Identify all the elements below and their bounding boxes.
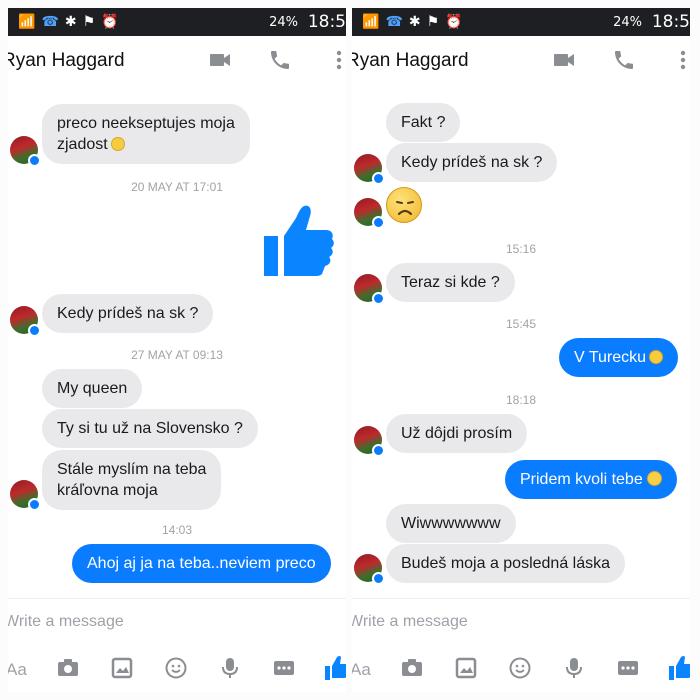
smile-face-icon: [646, 471, 662, 486]
contact-avatar[interactable]: [354, 198, 385, 229]
outgoing-message[interactable]: Pridem kvoli tebe: [505, 460, 677, 499]
messenger-screen-right: 📶☎✱⚑⏰ 24% 18:5 Ryan Haggard Fakt ? Kedy …: [352, 8, 690, 692]
contact-avatar[interactable]: [10, 136, 41, 167]
text-format-button[interactable]: Aa: [352, 660, 371, 680]
incoming-message[interactable]: Budeš moja a posledná láska: [386, 544, 626, 583]
composer-toolbar: Aa: [8, 650, 346, 690]
battery-level: 24%: [269, 15, 298, 30]
video-camera-icon[interactable]: [552, 48, 576, 72]
status-icons: 📶☎✱⚑⏰: [18, 14, 125, 30]
screenshot-collage: 📶☎✱⚑⏰ 24% 18:5 Ryan Haggard preco neekse…: [0, 0, 700, 700]
status-bar: 📶☎✱⚑⏰ 24% 18:5: [352, 8, 690, 36]
incoming-message[interactable]: Wiwwwwwww: [386, 504, 516, 543]
timestamp: 14:03: [161, 523, 193, 537]
camera-icon[interactable]: [400, 656, 424, 680]
message-input[interactable]: Write a message: [8, 613, 124, 631]
timestamp: 20 MAY AT 17:01: [131, 180, 223, 194]
message-list[interactable]: preco neekseptujes moja zjadost 20 MAY A…: [8, 86, 346, 586]
sad-face-icon: [110, 137, 125, 151]
contact-avatar[interactable]: [10, 480, 41, 511]
like-icon[interactable]: [668, 654, 690, 682]
disappointed-face-icon[interactable]: [386, 187, 422, 223]
image-icon[interactable]: [454, 656, 478, 680]
call-status-icon: ☎: [385, 14, 409, 30]
status-icons: 📶☎✱⚑⏰: [362, 14, 469, 30]
incoming-message[interactable]: Ty si tu už na Slovensko ?: [42, 409, 258, 448]
message-composer[interactable]: Write a message: [8, 598, 346, 644]
message-text: preco neekseptujes moja: [57, 115, 235, 132]
more-vertical-icon[interactable]: [334, 48, 344, 72]
text-format-button[interactable]: Aa: [8, 660, 27, 680]
like-icon[interactable]: [324, 654, 346, 682]
contact-avatar[interactable]: [354, 274, 385, 305]
timestamp: 18:18: [505, 393, 537, 407]
contact-name[interactable]: Ryan Haggard: [8, 50, 125, 72]
message-text: Stále myslím na teba: [57, 461, 207, 478]
message-text: V Turecku: [574, 349, 647, 366]
incoming-message[interactable]: Teraz si kde ?: [386, 263, 515, 302]
more-horizontal-icon[interactable]: [272, 656, 296, 680]
incoming-message[interactable]: My queen: [42, 369, 143, 408]
incoming-message[interactable]: Kedy prídeš na sk ?: [42, 294, 214, 333]
message-composer[interactable]: Write a message: [352, 598, 690, 644]
outgoing-message[interactable]: Ahoj aj ja na teba..neviem preco: [72, 544, 331, 583]
conversation-header: Ryan Haggard: [352, 36, 690, 86]
image-icon[interactable]: [110, 656, 134, 680]
thumbs-up-sticker-icon[interactable]: [262, 204, 336, 280]
contact-avatar[interactable]: [354, 426, 385, 457]
conversation-header: Ryan Haggard: [8, 36, 346, 86]
microphone-icon[interactable]: [220, 656, 240, 680]
composer-toolbar: Aa: [352, 650, 690, 690]
status-time: 18:5: [651, 12, 690, 32]
message-text: Pridem kvoli tebe: [520, 471, 643, 488]
contact-avatar[interactable]: [10, 306, 41, 337]
message-input[interactable]: Write a message: [352, 613, 468, 631]
camera-icon[interactable]: [56, 656, 80, 680]
status-time: 18:5: [307, 12, 346, 32]
incoming-message[interactable]: Kedy prídeš na sk ?: [386, 143, 558, 182]
incoming-message[interactable]: Už dôjdi prosím: [386, 414, 528, 453]
message-list[interactable]: Fakt ? Kedy prídeš na sk ? 15:16 Teraz s…: [352, 86, 690, 586]
microphone-icon[interactable]: [564, 656, 584, 680]
more-horizontal-icon[interactable]: [616, 656, 640, 680]
status-bar: 📶☎✱⚑⏰ 24% 18:5: [8, 8, 346, 36]
outgoing-message[interactable]: V Turecku: [559, 338, 679, 377]
incoming-message[interactable]: Fakt ?: [386, 103, 461, 142]
phone-icon[interactable]: [612, 48, 636, 72]
messenger-screen-left: 📶☎✱⚑⏰ 24% 18:5 Ryan Haggard preco neekse…: [8, 8, 346, 692]
emoji-icon[interactable]: [508, 656, 532, 680]
emoji-icon[interactable]: [164, 656, 188, 680]
message-text: kráľovna moja: [57, 482, 158, 499]
battery-level: 24%: [613, 15, 642, 30]
message-text: zjadost: [57, 136, 108, 153]
contact-avatar[interactable]: [354, 154, 385, 185]
more-vertical-icon[interactable]: [678, 48, 688, 72]
incoming-message[interactable]: Stále myslím na teba kráľovna moja: [42, 450, 222, 510]
contact-name[interactable]: Ryan Haggard: [352, 50, 469, 72]
sad-face-icon: [649, 350, 664, 364]
phone-icon[interactable]: [268, 48, 292, 72]
incoming-message[interactable]: preco neekseptujes moja zjadost: [42, 104, 250, 164]
timestamp: 15:45: [505, 317, 537, 331]
timestamp: 27 MAY AT 09:13: [131, 348, 223, 362]
timestamp: 15:16: [505, 242, 537, 256]
contact-avatar[interactable]: [354, 554, 385, 585]
video-camera-icon[interactable]: [208, 48, 232, 72]
call-status-icon: ☎: [41, 14, 65, 30]
